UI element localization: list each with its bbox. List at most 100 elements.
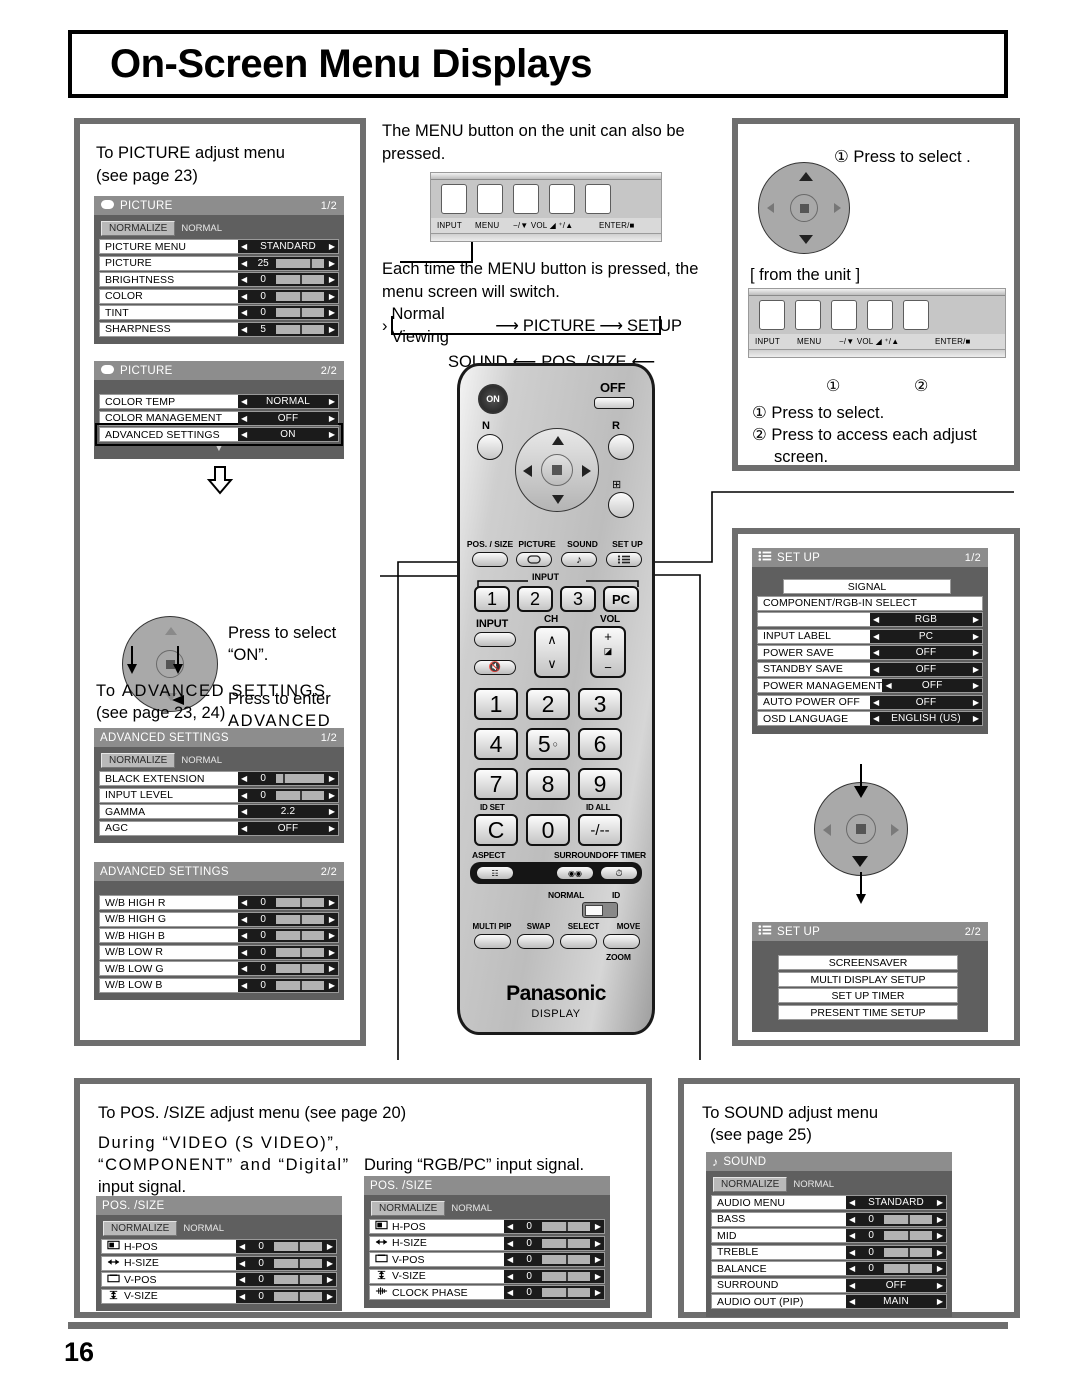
left-arrow-icon[interactable]: ◀ (238, 931, 250, 940)
slider-track[interactable] (884, 1214, 932, 1224)
osd-row[interactable]: INPUT LEVEL ◀ 0 ▶ (99, 787, 339, 803)
picture-button[interactable] (516, 552, 552, 567)
row-control[interactable]: ◀ PC ▶ (870, 629, 982, 643)
osd-row[interactable]: BASS ◀ 0 ▶ (711, 1211, 947, 1227)
input-pc-button[interactable]: PC (603, 586, 639, 612)
right-arrow-icon[interactable]: ▶ (326, 791, 338, 800)
multi-pip-button[interactable] (474, 934, 511, 949)
left-arrow-icon[interactable]: ◀ (846, 1281, 858, 1290)
slider-track[interactable] (542, 1222, 590, 1231)
row-control[interactable]: ◀ OFF ▶ (870, 662, 982, 676)
osd-row[interactable]: BRIGHTNESS ◀ 0 ▶ (99, 272, 339, 288)
right-arrow-icon[interactable]: ▶ (970, 665, 982, 674)
right-arrow-icon[interactable]: ▶ (326, 275, 338, 284)
slider-track[interactable] (276, 898, 324, 907)
left-arrow-icon[interactable]: ◀ (238, 325, 250, 334)
row-control[interactable]: ◀ NORMAL ▶ (238, 395, 338, 409)
slider-track[interactable] (884, 1264, 932, 1273)
left-arrow-icon[interactable]: ◀ (236, 1292, 248, 1301)
key-dash-button[interactable]: -/-- (578, 814, 622, 846)
left-arrow-icon[interactable]: ◀ (870, 648, 882, 657)
row-control[interactable]: ◀ 0 ▶ (236, 1273, 336, 1286)
osd-row[interactable]: OSD LANGUAGE ◀ ENGLISH (US) ▶ (757, 711, 983, 726)
left-arrow-icon[interactable]: ◀ (870, 714, 882, 723)
osd-row[interactable]: POWER SAVE ◀ OFF ▶ (757, 645, 983, 660)
osd-row[interactable]: PICTURE MENU ◀ STANDARD ▶ (99, 239, 339, 255)
left-arrow-icon[interactable]: ◀ (238, 898, 250, 907)
row-control[interactable]: ◀ 0 ▶ (504, 1269, 604, 1283)
left-arrow-icon[interactable]: ◀ (238, 275, 250, 284)
osd-row[interactable]: BALANCE ◀ 0 ▶ (711, 1261, 947, 1276)
slider-track[interactable] (542, 1255, 590, 1264)
row-control[interactable]: ◀ 0 ▶ (846, 1229, 946, 1242)
osd-row[interactable]: W/B HIGH R ◀ 0 ▶ (99, 895, 339, 910)
row-control[interactable]: ◀ OFF ▶ (870, 695, 982, 709)
input-3-button[interactable]: 3 (560, 586, 596, 612)
normal-id-switch[interactable] (582, 902, 618, 918)
row-control[interactable]: ◀ 0 ▶ (504, 1220, 604, 1233)
left-arrow-icon[interactable]: ◀ (504, 1288, 516, 1297)
row-control[interactable]: ◀ 0 ▶ (504, 1236, 604, 1250)
component-label-row[interactable]: COMPONENT/RGB-IN SELECT (757, 595, 983, 611)
r-button[interactable] (608, 434, 634, 460)
slider-track[interactable] (884, 1247, 932, 1257)
right-arrow-icon[interactable]: ▶ (592, 1239, 604, 1248)
row-control[interactable]: ◀ 0 ▶ (504, 1286, 604, 1299)
key-7-button[interactable]: 7 (474, 768, 518, 800)
left-arrow-icon[interactable]: ◀ (238, 308, 250, 317)
osd-row[interactable]: POWER MANAGEMENT ◀ OFF ▶ (757, 678, 983, 693)
left-arrow-icon[interactable]: ◀ (504, 1239, 516, 1248)
right-arrow-icon[interactable]: ▶ (326, 774, 338, 783)
row-control[interactable]: ◀ MAIN ▶ (846, 1295, 946, 1308)
key-6-button[interactable]: 6 (578, 728, 622, 760)
slider-track[interactable] (276, 324, 324, 334)
left-arrow-icon[interactable]: ◀ (870, 665, 882, 674)
slider-track[interactable] (274, 1258, 322, 1268)
key-1-button[interactable]: 1 (474, 688, 518, 720)
right-arrow-icon[interactable]: ▶ (326, 259, 338, 268)
left-arrow-icon[interactable]: ◀ (846, 1248, 858, 1257)
row-control[interactable]: ◀ OFF ▶ (870, 646, 982, 659)
left-arrow-icon[interactable]: ◀ (238, 981, 250, 990)
right-arrow-icon[interactable]: ▶ (326, 948, 338, 957)
osd-row[interactable]: ADVANCED SETTINGS ◀ ON ▶ (95, 423, 343, 447)
osd-row[interactable]: W/B LOW R ◀ 0 ▶ (99, 944, 339, 960)
input-1-button[interactable]: 1 (474, 586, 510, 612)
row-control[interactable]: ◀ 0 ▶ (238, 962, 338, 975)
left-arrow-icon[interactable]: ◀ (846, 1231, 858, 1240)
left-arrow-icon[interactable]: ◀ (238, 824, 250, 833)
right-arrow-icon[interactable]: ▶ (326, 397, 338, 406)
row-control[interactable]: ◀ 0 ▶ (238, 978, 338, 992)
osd-row[interactable]: SURROUND ◀ OFF ▶ (711, 1277, 947, 1293)
unit-enter-button[interactable] (585, 184, 611, 214)
row-control[interactable]: ◀ ENGLISH (US) ▶ (870, 712, 982, 725)
unit-input-button[interactable] (441, 184, 467, 214)
osd-row[interactable]: PICTURE ◀ 25 ▶ (99, 255, 339, 271)
osd-row[interactable]: COLOR MANAGEMENT ◀ OFF ▶ (99, 410, 339, 426)
left-arrow-icon[interactable]: ◀ (236, 1259, 248, 1268)
slider-track[interactable] (542, 1271, 590, 1281)
power-off-button[interactable] (594, 397, 634, 409)
row-control[interactable]: ◀ 0 ▶ (238, 273, 338, 287)
osd-row[interactable]: H-POS ◀ 0 ▶ (101, 1239, 337, 1254)
right-arrow-icon[interactable]: ▶ (592, 1288, 604, 1297)
unit-input-button[interactable] (759, 300, 785, 330)
dpad-right[interactable] (758, 162, 850, 254)
normalize-button[interactable]: NORMALIZE (103, 1221, 178, 1236)
osd-row[interactable]: W/B LOW G ◀ 0 ▶ (99, 961, 339, 976)
row-control[interactable]: ◀ 0 ▶ (238, 945, 338, 959)
unit-vol-up-button[interactable] (549, 184, 575, 214)
osd-row[interactable]: TREBLE ◀ 0 ▶ (711, 1244, 947, 1260)
select-button[interactable] (560, 934, 597, 949)
right-arrow-icon[interactable]: ▶ (970, 615, 982, 624)
osd-row[interactable]: GAMMA ◀ 2.2 ▶ (99, 804, 339, 819)
normalize-button[interactable]: NORMALIZE (371, 1201, 446, 1216)
left-arrow-icon[interactable]: ◀ (238, 774, 250, 783)
row-control[interactable]: ◀ 5 ▶ (238, 322, 338, 336)
osd-row[interactable]: H-POS ◀ 0 ▶ (369, 1219, 605, 1234)
picture-mode-button[interactable] (608, 492, 634, 518)
osd-row[interactable]: TINT ◀ 0 ▶ (99, 305, 339, 321)
left-arrow-icon[interactable]: ◀ (238, 807, 250, 816)
key-5-button[interactable]: 5 ○ (526, 728, 570, 760)
left-arrow-icon[interactable]: ◀ (870, 698, 882, 707)
